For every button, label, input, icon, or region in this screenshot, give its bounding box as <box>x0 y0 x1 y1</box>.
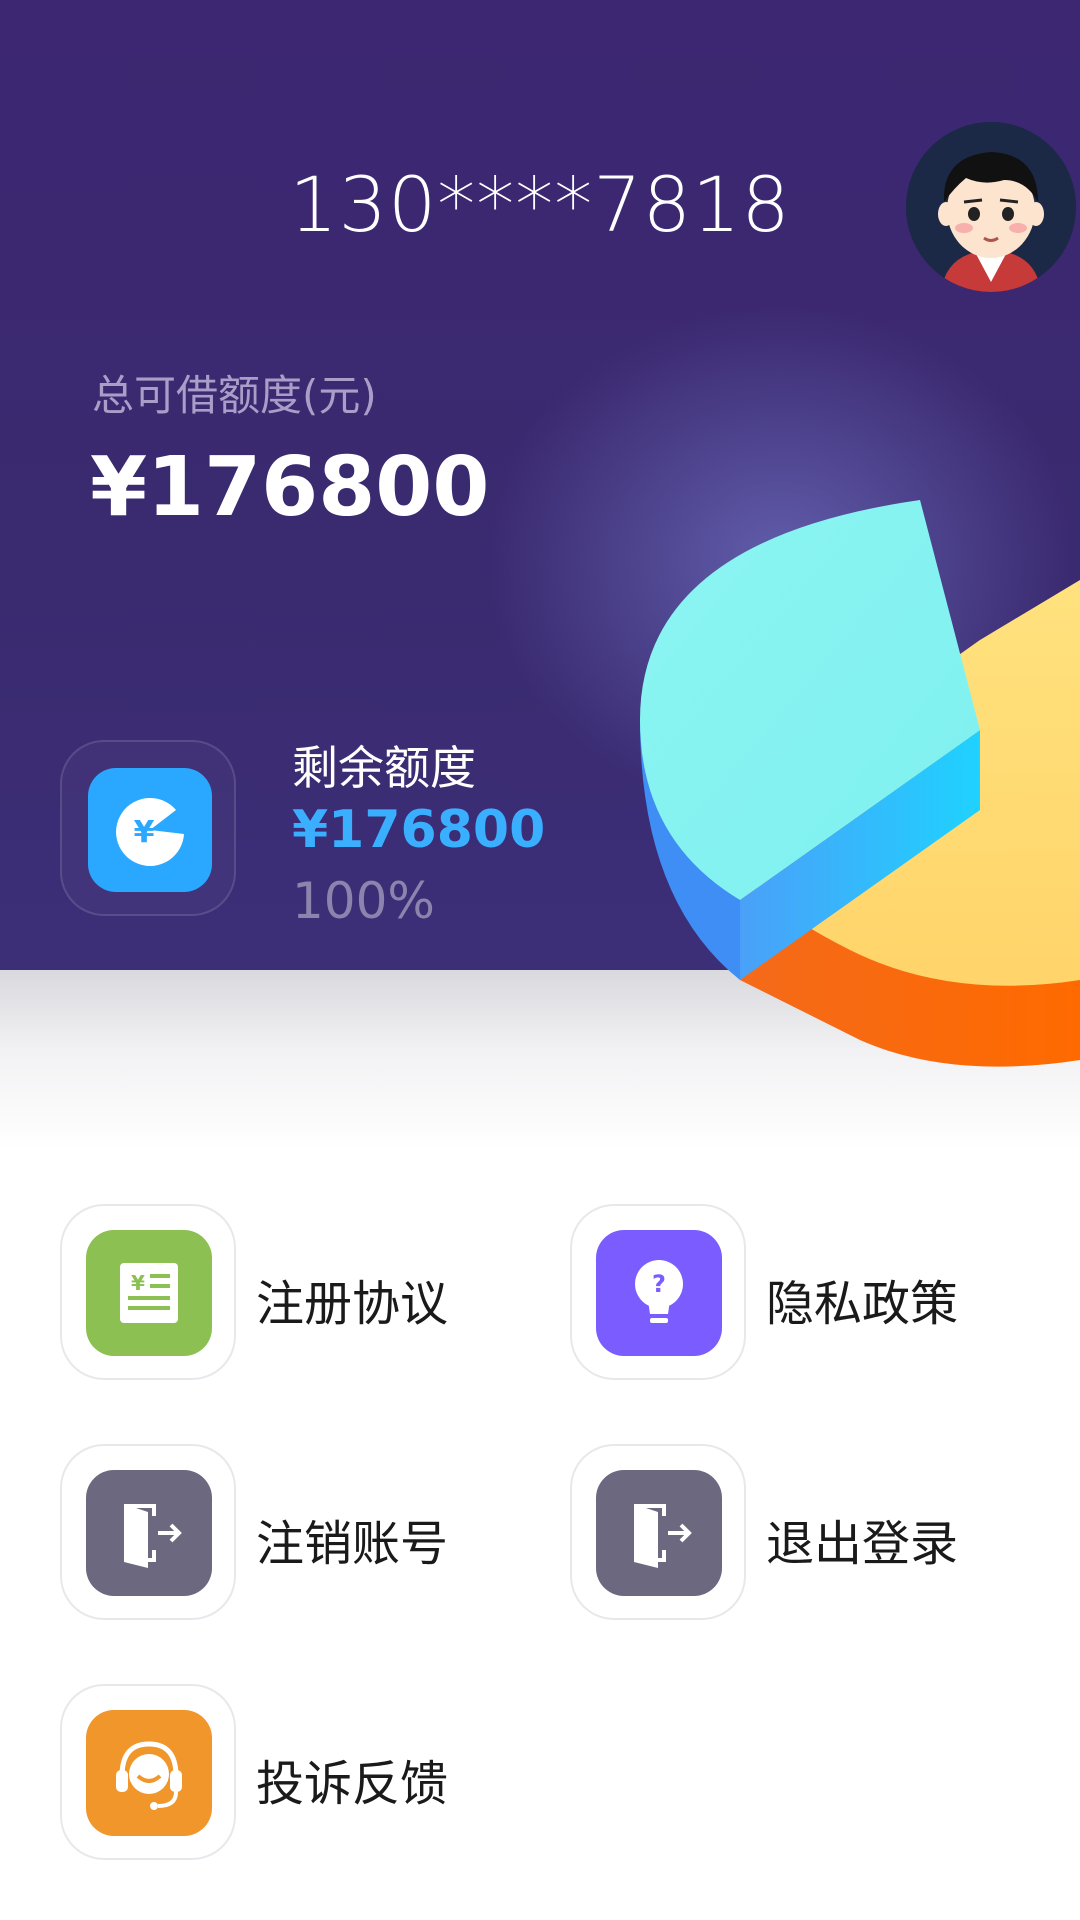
remaining-credit-percent: 100% <box>292 872 435 930</box>
menu-item-cancel-account[interactable] <box>60 1444 236 1620</box>
menu-item-label[interactable]: 注销账号 <box>256 1504 448 1574</box>
menu-item-label[interactable]: 退出登录 <box>766 1504 958 1574</box>
menu-item-label[interactable]: 注册协议 <box>256 1264 448 1334</box>
svg-text:?: ? <box>652 1270 666 1298</box>
avatar-image <box>906 122 1076 292</box>
exit-door-icon <box>86 1470 212 1596</box>
yen-pie-icon: ¥ <box>88 768 212 892</box>
lightbulb-question-icon: ? <box>596 1230 722 1356</box>
total-credit-label: 总可借额度(元) <box>92 371 377 420</box>
headset-icon <box>86 1710 212 1836</box>
menu-item-privacy-policy[interactable]: ? <box>570 1204 746 1380</box>
menu-item-logout[interactable] <box>570 1444 746 1620</box>
avatar[interactable] <box>906 122 1076 292</box>
total-credit-value: ¥176800 <box>90 440 490 535</box>
menu-item-label[interactable]: 投诉反馈 <box>256 1744 448 1814</box>
menu-item-complaint-feedback[interactable] <box>60 1684 236 1860</box>
menu-item-label[interactable]: 隐私政策 <box>766 1264 958 1334</box>
svg-text:¥: ¥ <box>134 815 155 850</box>
exit-door-icon <box>596 1470 722 1596</box>
svg-text:¥: ¥ <box>131 1271 145 1295</box>
menu-item-registration-agreement[interactable]: ¥ <box>60 1204 236 1380</box>
remaining-credit-value: ¥176800 <box>292 800 546 860</box>
remaining-credit-card: ¥ <box>60 740 236 916</box>
document-yen-icon: ¥ <box>86 1230 212 1356</box>
pie-chart-illustration <box>640 500 1080 1067</box>
remaining-credit-label: 剩余额度 <box>292 741 476 795</box>
